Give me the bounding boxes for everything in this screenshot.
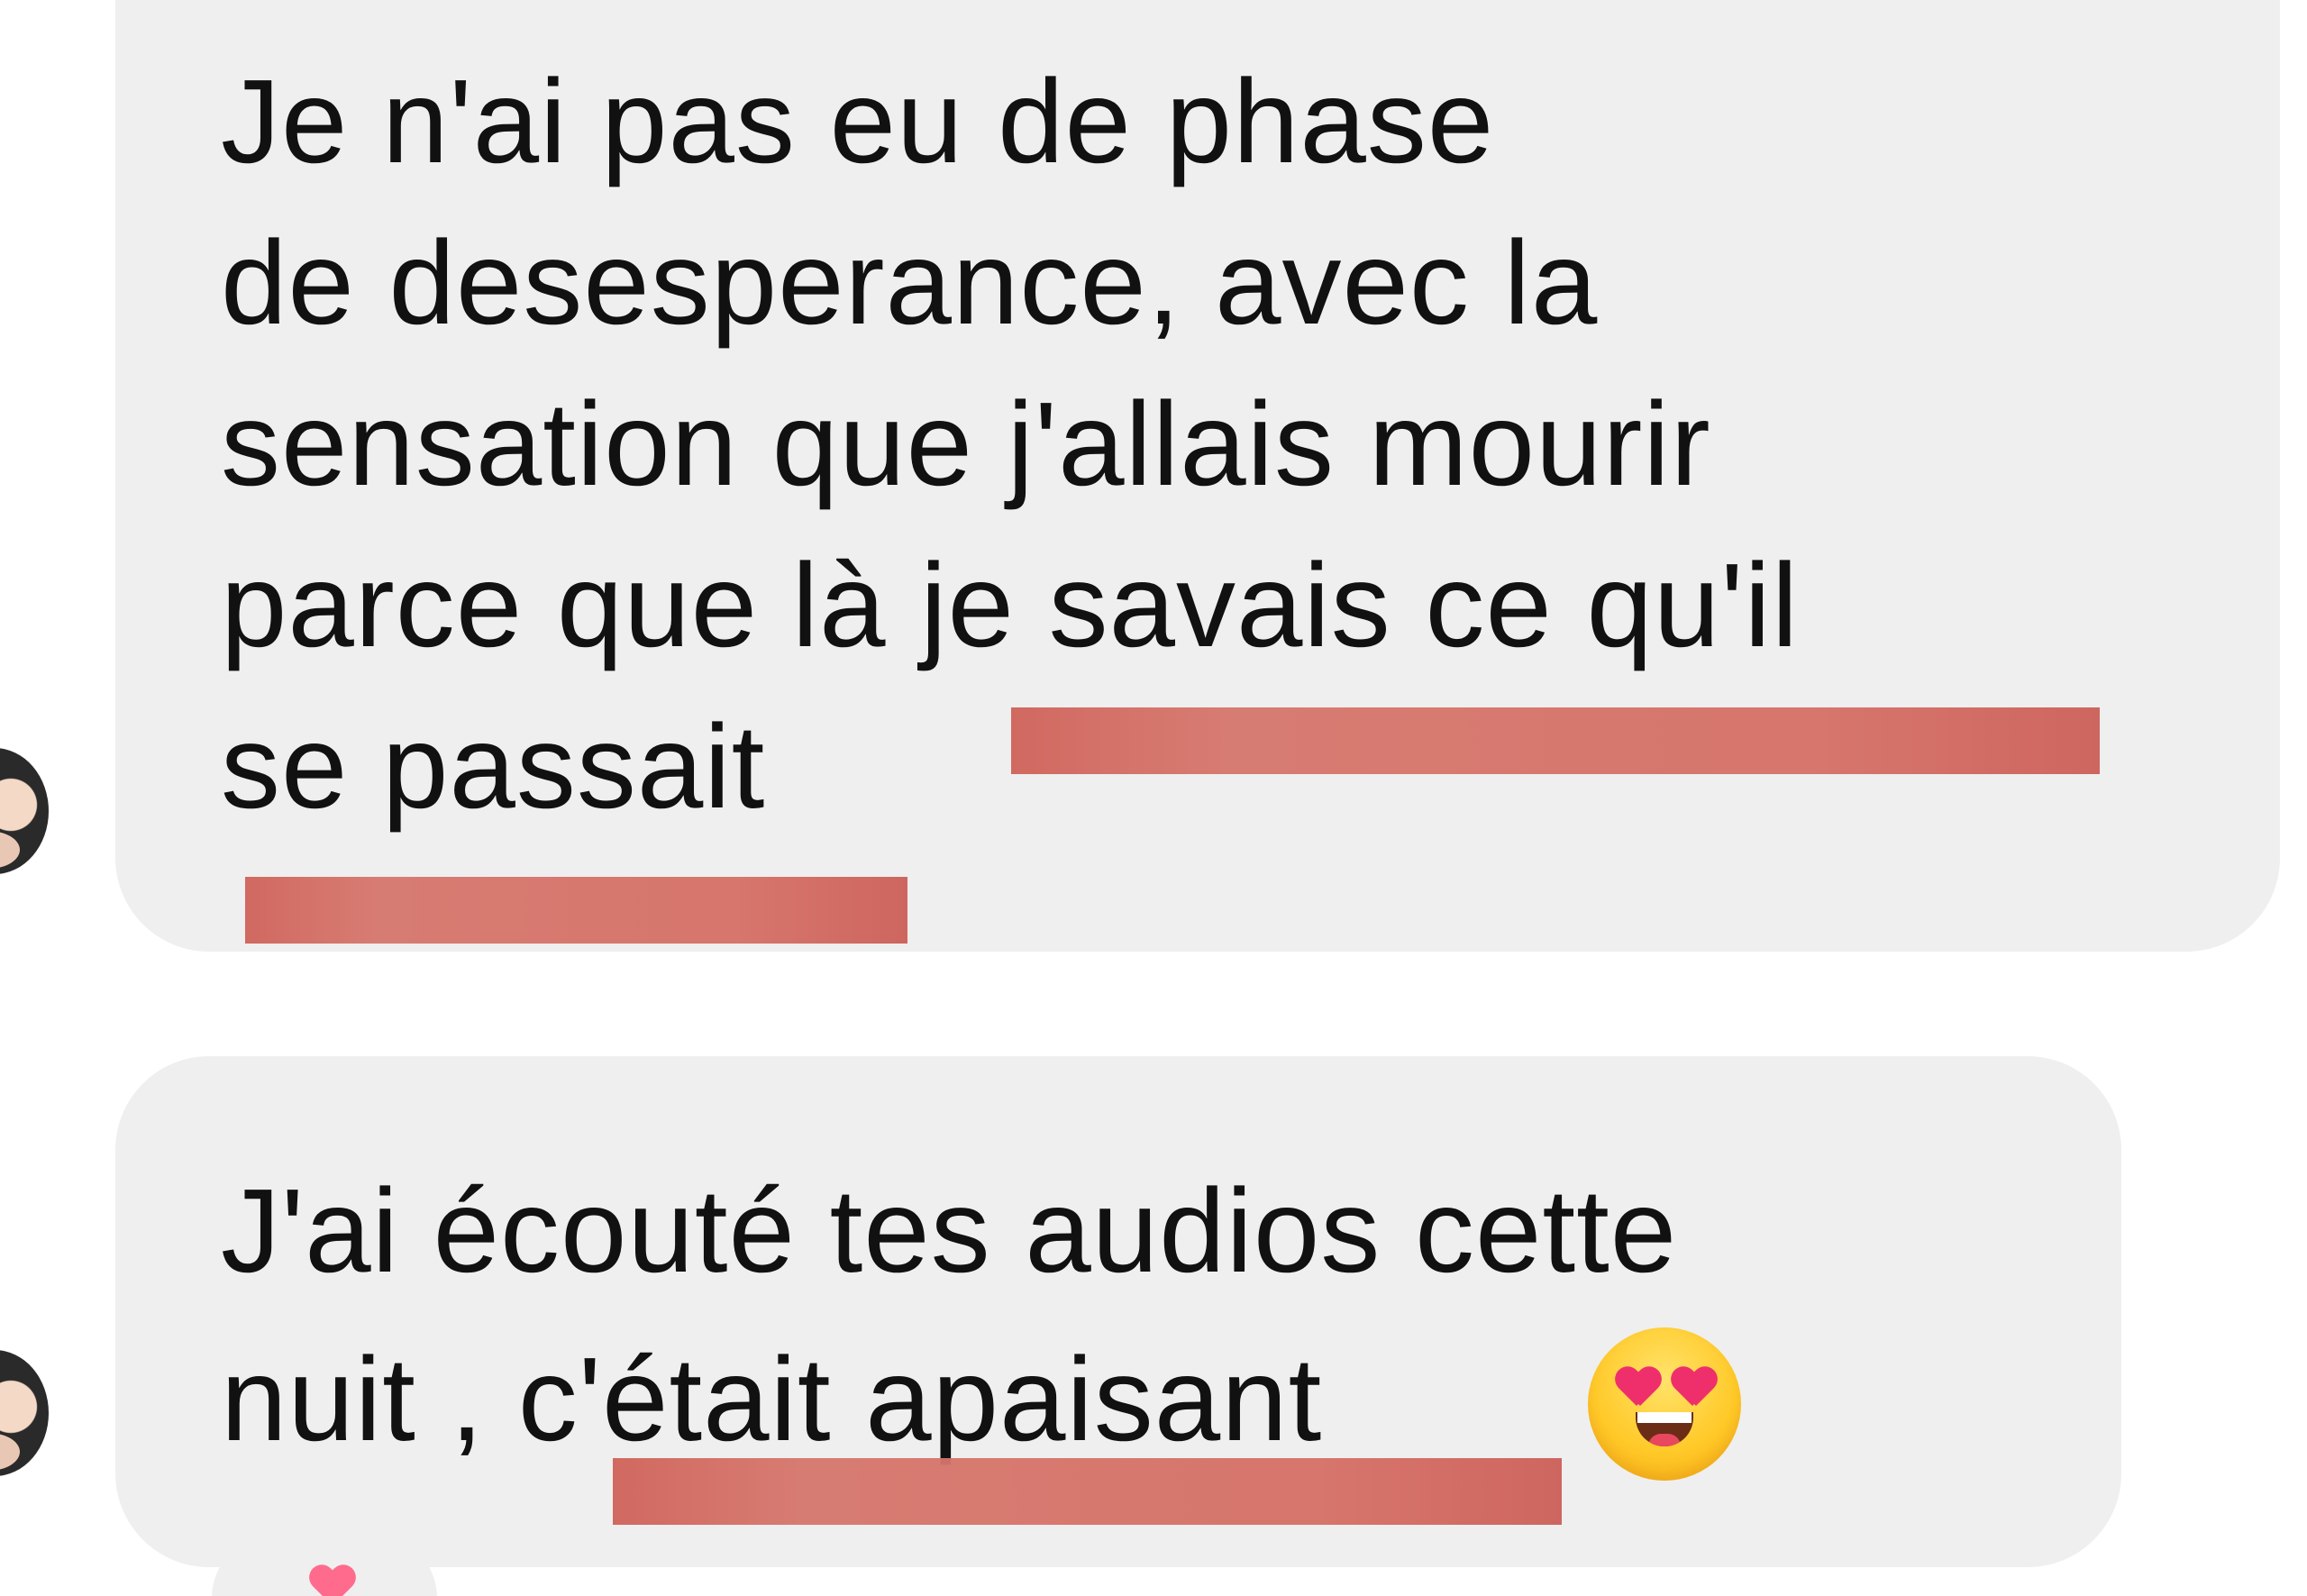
heart-eyes-emoji	[1588, 1327, 1741, 1481]
smiling-mouth-icon	[1636, 1412, 1693, 1446]
right-heart-eye-icon	[1671, 1368, 1714, 1408]
highlight-underline-2	[245, 877, 907, 944]
sender-avatar-bottom	[0, 1350, 49, 1476]
message-2-line-1: J'ai écouté tes audios cette	[221, 1164, 1678, 1297]
heart-reaction-icon	[309, 1566, 352, 1596]
message-2-line-2: nuit , c'était apaisant	[221, 1333, 1323, 1465]
message-reaction[interactable]	[212, 1535, 437, 1596]
highlight-underline-1	[1011, 707, 2100, 774]
sender-avatar-top	[0, 748, 49, 874]
message-1-line-4: parce que là je savais ce qu'il	[221, 539, 1800, 671]
highlight-underline-3	[613, 1458, 1562, 1525]
message-1-line-2: de desesperance, avec la	[221, 216, 1599, 349]
message-1-line-5: se passait	[221, 700, 766, 833]
message-1-line-1: Je n'ai pas eu de phase	[221, 55, 1495, 187]
message-1-line-3: sensation que j'allais mourir	[221, 378, 1711, 510]
left-heart-eye-icon	[1615, 1368, 1658, 1408]
